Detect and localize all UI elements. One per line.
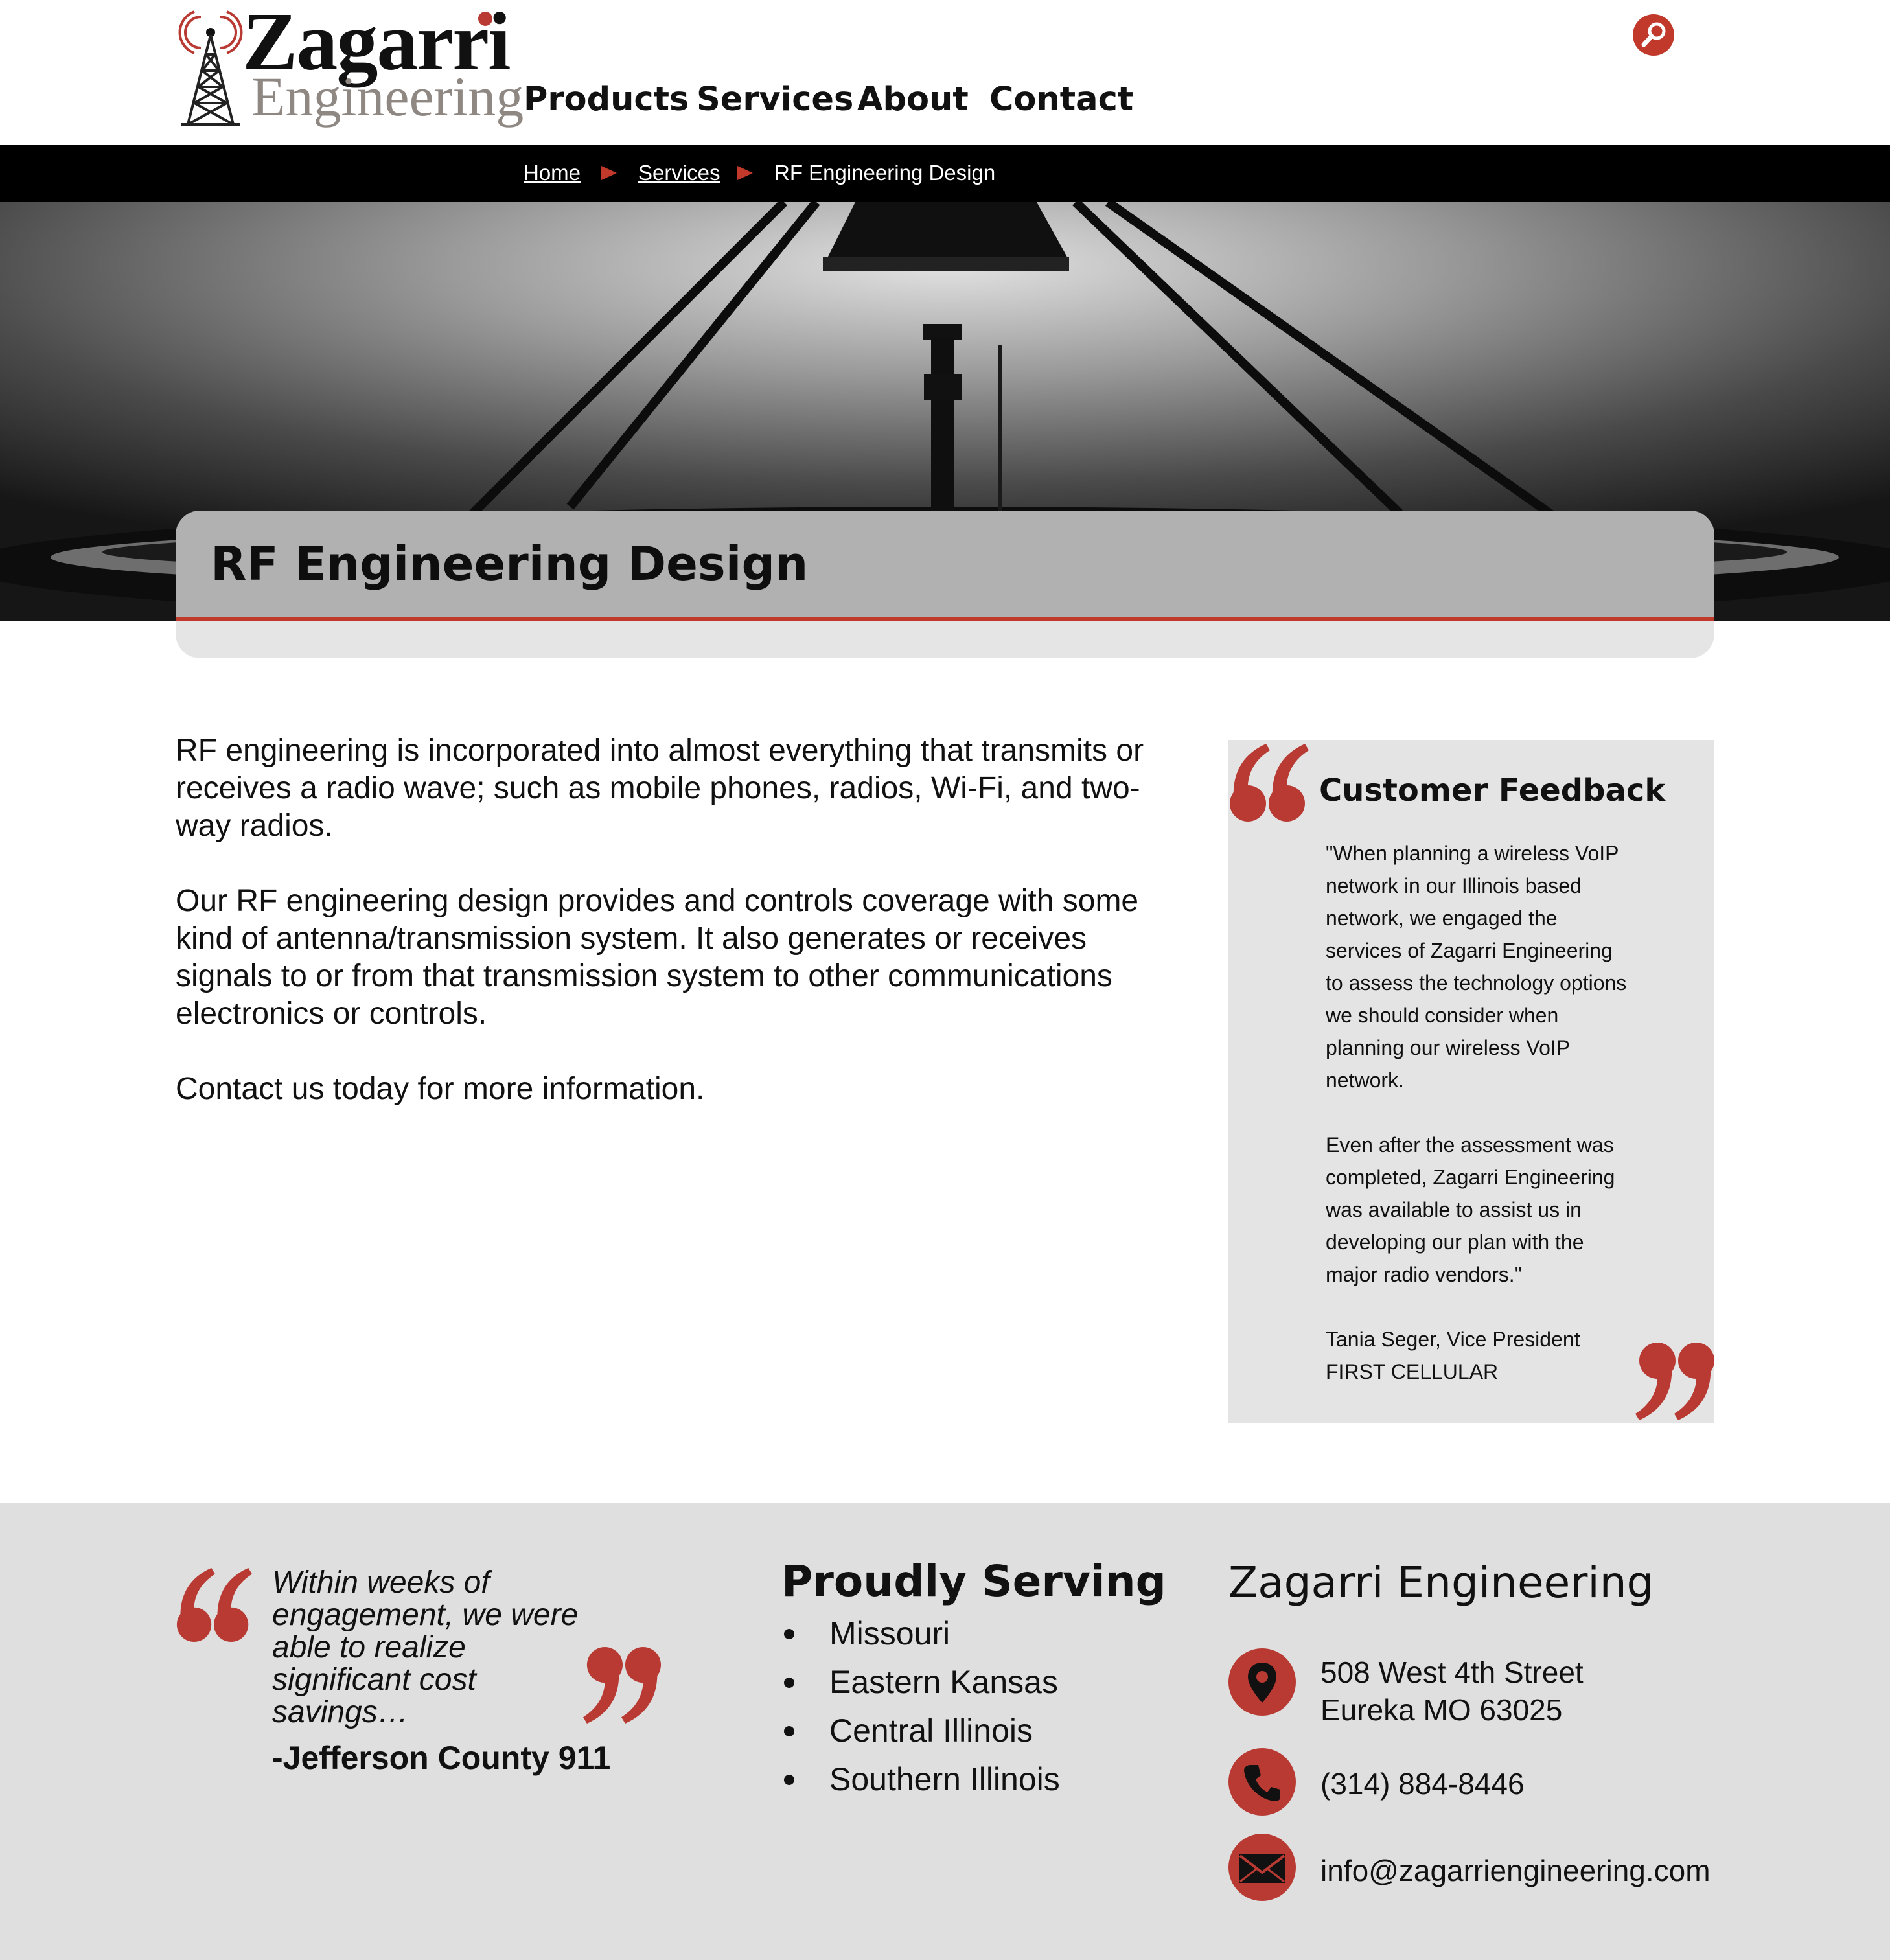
testimonial-quote: Within weeks of engagement, we were able… — [272, 1565, 579, 1729]
serving-item: Southern Illinois — [781, 1759, 1060, 1808]
feedback-author-company: FIRST CELLULAR — [1326, 1360, 1499, 1383]
phone-number[interactable]: (314) 884-8446 — [1320, 1765, 1525, 1803]
main-content: RF engineering is incorporated into almo… — [176, 732, 1173, 1146]
feedback-title: Customer Feedback — [1319, 772, 1666, 809]
nav-products[interactable]: Products — [524, 80, 689, 119]
serving-list: Missouri Eastern Kansas Central Illinois… — [781, 1613, 1060, 1808]
breadcrumb-arrow-icon — [601, 166, 617, 180]
radio-tower-icon — [178, 10, 243, 126]
serving-item: Missouri — [781, 1613, 1060, 1662]
site-header: Zagarri Engineering Products Services Ab… — [0, 0, 1890, 145]
email-link[interactable]: info@zagarriengineering.com — [1320, 1852, 1711, 1889]
content-paragraph: RF engineering is incorporated into almo… — [176, 733, 1144, 843]
close-quote-icon — [1635, 1343, 1714, 1420]
serving-item: Eastern Kansas — [781, 1662, 1060, 1711]
site-logo[interactable]: Zagarri Engineering — [175, 0, 524, 126]
feedback-paragraph: Even after the assessment was completed,… — [1326, 1133, 1615, 1286]
content-paragraph: Our RF engineering design provides and c… — [176, 884, 1139, 1031]
page-title-card: RF Engineering Design — [176, 511, 1714, 658]
envelope-icon — [1228, 1834, 1296, 1901]
feedback-author-name: Tania Seger, Vice President — [1326, 1328, 1580, 1351]
serving-title: Proudly Serving — [781, 1556, 1166, 1606]
feedback-paragraph: "When planning a wireless VoIP network i… — [1326, 842, 1627, 1092]
logo-wordmark-bottom: Engineering — [251, 65, 524, 128]
serving-item: Central Illinois — [781, 1711, 1060, 1759]
search-icon — [1641, 22, 1666, 47]
breadcrumb-services[interactable]: Services — [638, 161, 720, 185]
open-quote-icon — [1230, 744, 1309, 822]
location-pin-icon — [1228, 1648, 1296, 1716]
logo-dot — [478, 12, 492, 26]
nav-contact[interactable]: Contact — [989, 80, 1133, 119]
nav-about[interactable]: About — [857, 80, 969, 119]
customer-feedback-box: Customer Feedback "When planning a wirel… — [1228, 740, 1714, 1423]
breadcrumb-current: RF Engineering Design — [774, 161, 996, 185]
breadcrumb-home[interactable]: Home — [524, 161, 581, 185]
title-underline — [176, 617, 1714, 621]
content-paragraph: Contact us today for more information. — [176, 1072, 705, 1106]
search-button[interactable] — [1633, 14, 1674, 56]
nav-services[interactable]: Services — [697, 80, 853, 119]
company-title: Zagarri Engineering — [1228, 1558, 1654, 1608]
feedback-quote: "When planning a wireless VoIP network i… — [1326, 837, 1630, 1388]
site-footer: Within weeks of engagement, we were able… — [0, 1503, 1890, 1960]
breadcrumb-arrow-icon — [737, 166, 753, 180]
testimonial-author: -Jefferson County 911 — [272, 1740, 611, 1776]
address-line-1: 508 West 4th Street — [1320, 1655, 1584, 1689]
open-quote-icon — [176, 1567, 252, 1643]
close-quote-icon — [583, 1646, 662, 1724]
breadcrumb: Home Services RF Engineering Design — [0, 145, 1890, 202]
page-title: RF Engineering Design — [211, 536, 809, 591]
address-line-2: Eureka MO 63025 — [1320, 1693, 1563, 1727]
phone-icon — [1228, 1748, 1296, 1816]
